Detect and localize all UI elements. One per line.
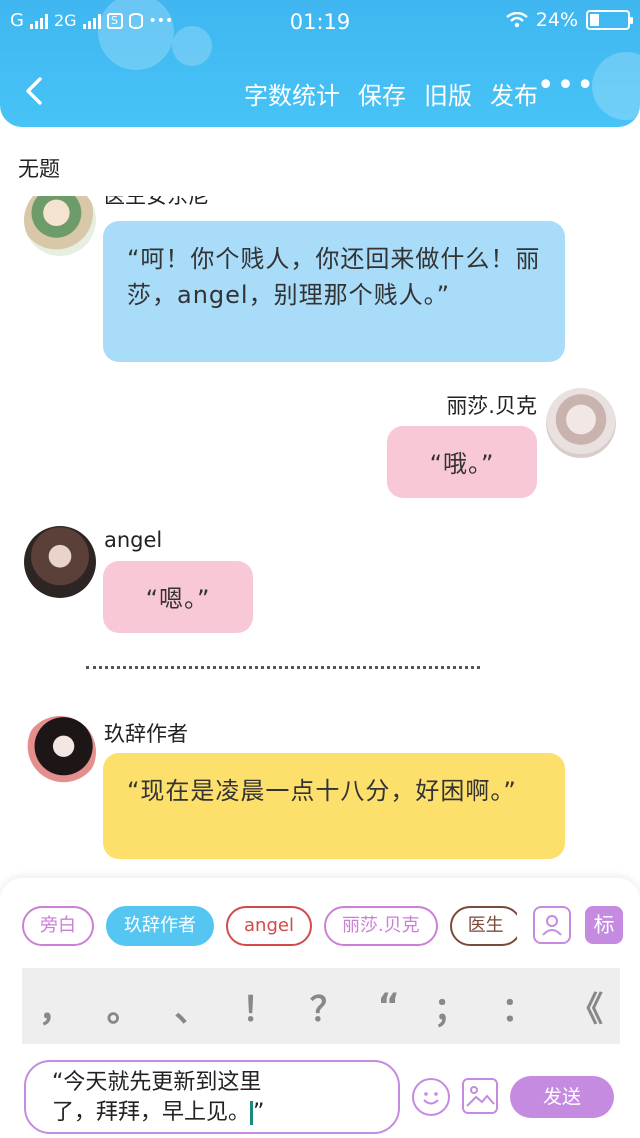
- toolbar-actions: 字数统计 保存 旧版 发布: [244, 76, 538, 111]
- punct-key[interactable]: ；: [434, 982, 468, 1031]
- battery-icon: [586, 10, 633, 30]
- image-icon: [466, 1086, 495, 1107]
- punct-key[interactable]: 、: [174, 982, 208, 1031]
- page-title: 无题: [18, 157, 60, 181]
- role-chip-angel[interactable]: angel: [226, 906, 312, 946]
- punct-key[interactable]: ！: [242, 982, 276, 1031]
- divider: [86, 666, 480, 669]
- send-button[interactable]: 发送: [510, 1076, 614, 1118]
- role-chip-doctor[interactable]: 医生: [449, 906, 517, 946]
- sender-name: 医生安东尼: [104, 196, 209, 208]
- old-version-button[interactable]: 旧版: [424, 76, 472, 111]
- sender-name: 玖辞作者: [104, 722, 188, 746]
- sender-name: angel: [104, 528, 163, 552]
- role-chip-lisa[interactable]: 丽莎.贝克: [323, 906, 438, 946]
- punct-key[interactable]: ：: [501, 982, 535, 1031]
- header: G 2G S ••• 01:19 24% 字数统计 保存 旧版 发布 •••: [0, 0, 640, 127]
- smiley-icon: [423, 1092, 439, 1105]
- mark-button[interactable]: 标: [585, 906, 623, 944]
- publish-button[interactable]: 发布: [490, 76, 538, 111]
- punctuation-bar: ， 。 、 ！ ？ “ ； ： 《: [22, 968, 620, 1044]
- toolbar: 字数统计 保存 旧版 发布 •••: [0, 62, 640, 122]
- message-text: “嗯。”: [145, 585, 211, 613]
- role-selector: 旁白 玖辞作者 angel 丽莎.贝克 医生: [22, 906, 517, 948]
- character-manage-button[interactable]: [533, 906, 571, 944]
- status-right: 24%: [506, 9, 633, 31]
- avatar[interactable]: [24, 526, 96, 598]
- app-screen: G 2G S ••• 01:19 24% 字数统计 保存 旧版 发布 ••• 无…: [0, 0, 640, 1138]
- battery-percent: 24%: [535, 9, 578, 31]
- input-text-line: 了，拜拜，早上见。”: [52, 1098, 372, 1128]
- emoji-button[interactable]: [412, 1078, 450, 1116]
- role-chip-author[interactable]: 玖辞作者: [106, 906, 214, 946]
- input-text-line: “今天就先更新到这里: [52, 1070, 262, 1095]
- message-text: “现在是凌晨一点十八分，好困啊。”: [127, 777, 517, 805]
- message-input[interactable]: “今天就先更新到这里 了，拜拜，早上见。”: [24, 1060, 400, 1134]
- punct-key[interactable]: ？: [310, 982, 344, 1031]
- chat-area[interactable]: 医生安东尼 “呵！你个贱人，你还回来做什么！丽莎，angel，别理那个贱人。” …: [0, 196, 640, 876]
- compose-panel: 旁白 玖辞作者 angel 丽莎.贝克 医生 标 ， 。 、 ！ ？ “ ； ： 《 “…: [0, 878, 640, 1138]
- message-bubble[interactable]: “现在是凌晨一点十八分，好困啊。”: [103, 753, 565, 859]
- more-menu-button[interactable]: •••: [537, 68, 596, 103]
- message-text: “哦。”: [429, 450, 495, 478]
- role-chip-narrator[interactable]: 旁白: [22, 906, 94, 946]
- message-bubble[interactable]: “哦。”: [387, 426, 537, 498]
- battery-fill: [590, 14, 599, 26]
- avatar[interactable]: [24, 196, 96, 256]
- sender-name: 丽莎.贝克: [446, 394, 537, 418]
- punct-key[interactable]: 。: [107, 982, 141, 1031]
- punct-key[interactable]: “: [378, 986, 400, 1026]
- input-text-fragment: ”: [253, 1100, 265, 1125]
- word-count-button[interactable]: 字数统计: [244, 76, 340, 111]
- status-bar: G 2G S ••• 01:19 24%: [0, 0, 640, 44]
- punct-key[interactable]: ，: [39, 982, 73, 1031]
- punct-key[interactable]: 《: [569, 982, 603, 1031]
- message-bubble[interactable]: “嗯。”: [103, 561, 253, 633]
- wifi-icon: [506, 12, 528, 28]
- person-icon: [542, 915, 562, 936]
- input-text-fragment: 了，拜拜，早上见。: [52, 1100, 251, 1125]
- message-bubble[interactable]: “呵！你个贱人，你还回来做什么！丽莎，angel，别理那个贱人。”: [103, 221, 565, 362]
- image-button[interactable]: [462, 1078, 498, 1114]
- message-text: “呵！你个贱人，你还回来做什么！丽莎，angel，别理那个贱人。”: [127, 245, 541, 309]
- save-button[interactable]: 保存: [358, 76, 406, 111]
- back-icon[interactable]: [20, 76, 50, 106]
- avatar[interactable]: [24, 716, 96, 788]
- avatar[interactable]: [546, 388, 616, 458]
